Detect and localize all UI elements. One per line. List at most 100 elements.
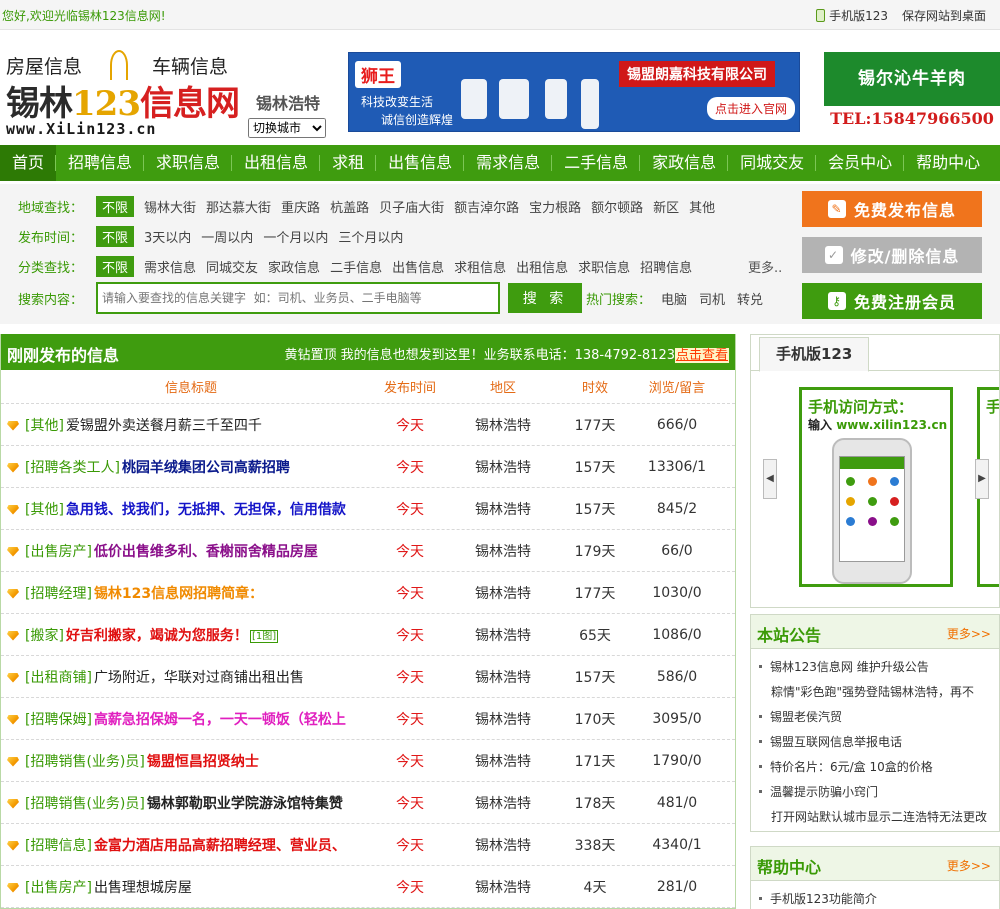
post-category[interactable]: [招聘销售(业务)员] bbox=[25, 796, 145, 812]
help-item[interactable]: 手机版123功能简介 bbox=[759, 887, 999, 909]
nav-demand[interactable]: 需求信息 bbox=[464, 145, 553, 181]
nav-for-sale[interactable]: 出售信息 bbox=[376, 145, 465, 181]
table-row[interactable]: [其他] 急用钱、找我们，无抵押、无担保，信用借款 今天 锡林浩特 157天 845/2 bbox=[1, 488, 735, 530]
notice-item[interactable]: 温馨提示防骗小窍门 bbox=[759, 780, 999, 805]
post-category[interactable]: [招聘各类工人] bbox=[25, 460, 120, 476]
time-option[interactable]: 一周以内 bbox=[201, 227, 253, 246]
post-title-link[interactable]: 低价出售维多利、香榭丽舍精品房屋 bbox=[94, 544, 318, 560]
ad-banner-beef[interactable]: 锡尔沁牛羊肉 TEL:15847966500 bbox=[824, 52, 1000, 132]
nav-seeking-jobs[interactable]: 求职信息 bbox=[144, 145, 233, 181]
post-title-link[interactable]: 好吉利搬家，竭诚为您服务！ bbox=[66, 628, 248, 644]
category-option[interactable]: 出租信息 bbox=[516, 257, 568, 276]
region-option[interactable]: 贝子庙大街 bbox=[379, 197, 444, 216]
hot-keyword[interactable]: 转兑 bbox=[737, 289, 763, 308]
save-to-desktop-link[interactable]: 保存网站到桌面 bbox=[902, 7, 986, 24]
region-option[interactable]: 其他 bbox=[689, 197, 715, 216]
table-row[interactable]: [出租商铺] 广场附近，华联对过商铺出租出售 今天 锡林浩特 157天 586/0 bbox=[1, 656, 735, 698]
post-title-link[interactable]: 高薪急招保姆一名，一天一顿饭（轻松上 bbox=[94, 712, 346, 728]
nav-home[interactable]: 首页 bbox=[0, 145, 57, 181]
region-option[interactable]: 那达慕大街 bbox=[206, 197, 271, 216]
banner-enter-button[interactable]: 点击进入官网 bbox=[707, 97, 796, 120]
region-option[interactable]: 新区 bbox=[653, 197, 679, 216]
nav-help-center[interactable]: 帮助中心 bbox=[904, 145, 992, 181]
post-category[interactable]: [其他] bbox=[25, 502, 64, 518]
notice-item[interactable]: 锡盟互联网信息举报电话 bbox=[759, 730, 999, 755]
table-row[interactable]: [招聘信息] 金富力酒店用品高薪招聘经理、营业员、 今天 锡林浩特 338天 4340/1 bbox=[1, 824, 735, 866]
nav-jobs[interactable]: 招聘信息 bbox=[56, 145, 145, 181]
site-logo[interactable]: 房屋信息 车辆信息 锡林123信息网 www.XiLin123.cn bbox=[2, 48, 240, 138]
nav-for-rent[interactable]: 出租信息 bbox=[232, 145, 321, 181]
category-option[interactable]: 出售信息 bbox=[392, 257, 444, 276]
post-category[interactable]: [搬家] bbox=[25, 628, 64, 644]
prev-arrow-icon[interactable]: ◀ bbox=[763, 459, 777, 499]
category-option[interactable]: 二手信息 bbox=[330, 257, 382, 276]
time-option[interactable]: 一个月以内 bbox=[263, 227, 328, 246]
hot-keyword[interactable]: 司机 bbox=[699, 289, 725, 308]
post-title-link[interactable]: 急用钱、找我们，无抵押、无担保，信用借款 bbox=[66, 502, 346, 518]
post-category[interactable]: [出售房产] bbox=[25, 544, 92, 560]
category-option[interactable]: 招聘信息 bbox=[640, 257, 692, 276]
search-button[interactable]: 搜 索 bbox=[508, 283, 582, 313]
table-row[interactable]: [其他] 爱锡盟外卖送餐月薪三千至四千 今天 锡林浩特 177天 666/0 bbox=[1, 404, 735, 446]
post-category[interactable]: [招聘保姆] bbox=[25, 712, 92, 728]
post-category[interactable]: [招聘销售(业务)员] bbox=[25, 754, 145, 770]
city-select[interactable]: 切换城市 bbox=[248, 118, 326, 138]
post-category[interactable]: [其他] bbox=[25, 418, 64, 434]
category-more-link[interactable]: 更多.. bbox=[748, 257, 782, 276]
nav-member-center[interactable]: 会员中心 bbox=[816, 145, 905, 181]
nav-housekeeping[interactable]: 家政信息 bbox=[640, 145, 729, 181]
category-option[interactable]: 求租信息 bbox=[454, 257, 506, 276]
time-option[interactable]: 三个月以内 bbox=[338, 227, 403, 246]
nav-dating[interactable]: 同城交友 bbox=[728, 145, 817, 181]
top-ad-link[interactable]: 点击查看 bbox=[674, 348, 729, 363]
notice-item[interactable]: 锡盟老侯汽贸 bbox=[759, 705, 999, 730]
category-option[interactable]: 求职信息 bbox=[578, 257, 630, 276]
notice-item[interactable]: 粽情"彩色跑"强势登陆锡林浩特，再不 bbox=[759, 680, 999, 705]
post-category[interactable]: [招聘信息] bbox=[25, 838, 92, 854]
notice-item[interactable]: 特价名片：6元/盒 10盒的价格 bbox=[759, 755, 999, 780]
table-row[interactable]: [招聘各类工人] 桃园羊绒集团公司高薪招聘 今天 锡林浩特 157天 13306/1 bbox=[1, 446, 735, 488]
nav-wanted-rent[interactable]: 求租 bbox=[320, 145, 377, 181]
category-option[interactable]: 家政信息 bbox=[268, 257, 320, 276]
table-row[interactable]: [招聘销售(业务)员] 锡林郭勒职业学院游泳馆特集赞 今天 锡林浩特 178天 481/0 bbox=[1, 782, 735, 824]
category-option[interactable]: 需求信息 bbox=[144, 257, 196, 276]
region-option[interactable]: 重庆路 bbox=[281, 197, 320, 216]
notice-item[interactable]: 锡林123信息网 维护升级公告 bbox=[759, 655, 999, 680]
post-title-link[interactable]: 出售理想城房屋 bbox=[94, 880, 192, 896]
time-option[interactable]: 不限 bbox=[96, 225, 135, 247]
post-title-link[interactable]: 锡盟恒昌招贤纳士 bbox=[147, 754, 259, 770]
ad-banner-shiwang[interactable]: 狮王 科技改变生活 诚信创造辉煌 锡盟朗嘉科技有限公司 点击进入官网 bbox=[348, 52, 800, 132]
tab-mobile-version[interactable]: 手机版123 bbox=[759, 337, 870, 372]
mobile-version-link[interactable]: 手机版123 bbox=[816, 7, 888, 24]
table-row[interactable]: [招聘经理] 锡林123信息网招聘简章： 今天 锡林浩特 177天 1030/0 bbox=[1, 572, 735, 614]
table-row[interactable]: [出售房产] 出售理想城房屋 今天 锡林浩特 4天 281/0 bbox=[1, 866, 735, 908]
region-option[interactable]: 额尔顿路 bbox=[591, 197, 643, 216]
post-category[interactable]: [出租商铺] bbox=[25, 670, 92, 686]
post-title-link[interactable]: 金富力酒店用品高薪招聘经理、营业员、 bbox=[94, 838, 346, 854]
post-title-link[interactable]: 锡林郭勒职业学院游泳馆特集赞 bbox=[147, 796, 343, 812]
notice-more-link[interactable]: 更多>> bbox=[947, 625, 991, 642]
nav-second-hand[interactable]: 二手信息 bbox=[552, 145, 641, 181]
publish-button[interactable]: ✎ 免费发布信息 bbox=[802, 191, 982, 227]
post-title-link[interactable]: 桃园羊绒集团公司高薪招聘 bbox=[122, 460, 290, 476]
post-title-link[interactable]: 爱锡盟外卖送餐月薪三千至四千 bbox=[66, 418, 262, 434]
region-option[interactable]: 不限 bbox=[96, 195, 135, 217]
post-category[interactable]: [招聘经理] bbox=[25, 586, 92, 602]
region-option[interactable]: 锡林大街 bbox=[144, 197, 196, 216]
post-title-link[interactable]: 锡林123信息网招聘简章： bbox=[94, 586, 263, 602]
table-row[interactable]: [搬家] 好吉利搬家，竭诚为您服务！ [1图] 今天 锡林浩特 65天 1086/0 bbox=[1, 614, 735, 656]
region-option[interactable]: 宝力根路 bbox=[529, 197, 581, 216]
post-title-link[interactable]: 广场附近，华联对过商铺出租出售 bbox=[94, 670, 304, 686]
register-button[interactable]: ⚷ 免费注册会员 bbox=[802, 283, 982, 319]
time-option[interactable]: 3天以内 bbox=[144, 227, 191, 246]
table-row[interactable]: [出售房产] 低价出售维多利、香榭丽舍精品房屋 今天 锡林浩特 179天 66/0 bbox=[1, 530, 735, 572]
region-option[interactable]: 杭盖路 bbox=[330, 197, 369, 216]
category-option[interactable]: 不限 bbox=[96, 255, 135, 277]
notice-item[interactable]: 打开网站默认城市显示二连浩特无法更改 bbox=[759, 805, 999, 830]
next-arrow-icon[interactable]: ▶ bbox=[975, 459, 989, 499]
region-option[interactable]: 额吉淖尔路 bbox=[454, 197, 519, 216]
post-category[interactable]: [出售房产] bbox=[25, 880, 92, 896]
table-row[interactable]: [招聘保姆] 高薪急招保姆一名，一天一顿饭（轻松上 今天 锡林浩特 170天 3095/0 bbox=[1, 698, 735, 740]
hot-keyword[interactable]: 电脑 bbox=[661, 289, 687, 308]
table-row[interactable]: [招聘销售(业务)员] 锡盟恒昌招贤纳士 今天 锡林浩特 171天 1790/0 bbox=[1, 740, 735, 782]
